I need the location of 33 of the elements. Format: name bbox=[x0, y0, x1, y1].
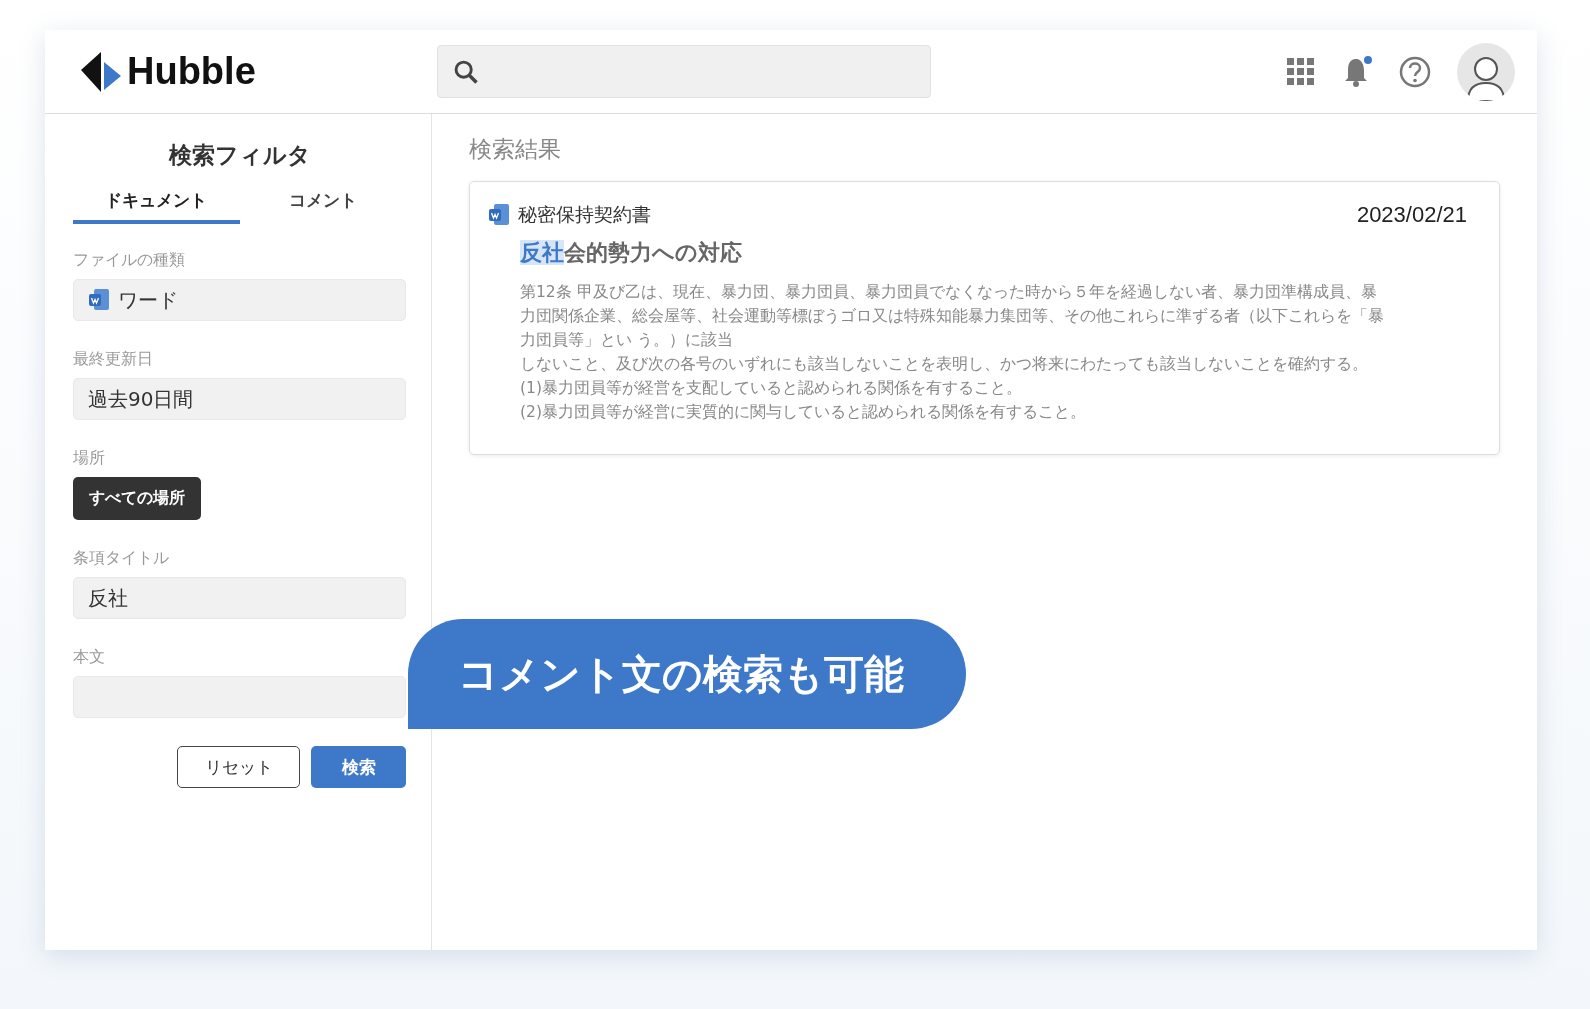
field-label: ファイルの種類 bbox=[73, 250, 186, 271]
logo-text: Hubble bbox=[127, 50, 256, 93]
document-date: 2023/02/21 bbox=[1356, 202, 1467, 228]
results-title: 検索結果 bbox=[469, 135, 562, 164]
filter-tab[interactable]: ドキュメント bbox=[73, 189, 240, 224]
clause-heading: 反社会的勢力への対応 bbox=[520, 239, 743, 267]
search-field[interactable] bbox=[437, 45, 931, 98]
location-chip[interactable]: すべての場所 bbox=[73, 477, 201, 520]
field-label: 本文 bbox=[73, 647, 106, 668]
input-field[interactable]: 過去90日間 bbox=[73, 378, 406, 420]
file-type-value: ワード bbox=[118, 286, 178, 314]
filter-tab[interactable]: コメント bbox=[239, 189, 406, 224]
document-name: 秘密保持契約書 bbox=[518, 202, 651, 227]
clause-text: (1)暴力団員等が経営を支配していると認められる関係を有すること。 bbox=[520, 378, 1023, 399]
search-button[interactable]: 検索 bbox=[311, 746, 406, 788]
word-document-icon bbox=[88, 288, 110, 312]
file-type-select[interactable]: ワード bbox=[73, 279, 406, 321]
callout-banner: コメント文の検索も可能 bbox=[408, 619, 966, 729]
field-label: 場所 bbox=[73, 448, 106, 469]
clause-text: 力団員等」とい う。）に該当 bbox=[520, 330, 734, 351]
help-icon[interactable] bbox=[1399, 55, 1431, 88]
apps-grid-icon[interactable] bbox=[1287, 57, 1315, 86]
clause-text: しないこと、及び次の各号のいずれにも該当しないことを表明し、かつ将来にわたっても該当しないことを確約する。 bbox=[520, 354, 1369, 375]
filter-title: 検索フィルタ bbox=[167, 141, 312, 170]
word-document-icon bbox=[488, 203, 510, 227]
field-label: 最終更新日 bbox=[73, 349, 154, 370]
input-field[interactable]: 反社 bbox=[73, 577, 406, 619]
reset-button[interactable]: リセット bbox=[177, 746, 300, 788]
clause-text: (2)暴力団員等が経営に実質的に関与していると認められる関係を有すること。 bbox=[520, 402, 1087, 423]
clause-text: 第12条 甲及び乙は、現在、暴力団、暴力団員、暴力団員でなくなった時から５年を経過しない者、暴力団準構成員、暴 bbox=[520, 282, 1378, 303]
result-card[interactable] bbox=[469, 181, 1500, 455]
field-label: 条項タイトル bbox=[73, 548, 170, 569]
clause-text: 力団関係企業、総会屋等、社会運動等標ぼうゴロ又は特殊知能暴力集団等、その他これらに準ずる者（以下これらを「暴 bbox=[520, 306, 1385, 327]
